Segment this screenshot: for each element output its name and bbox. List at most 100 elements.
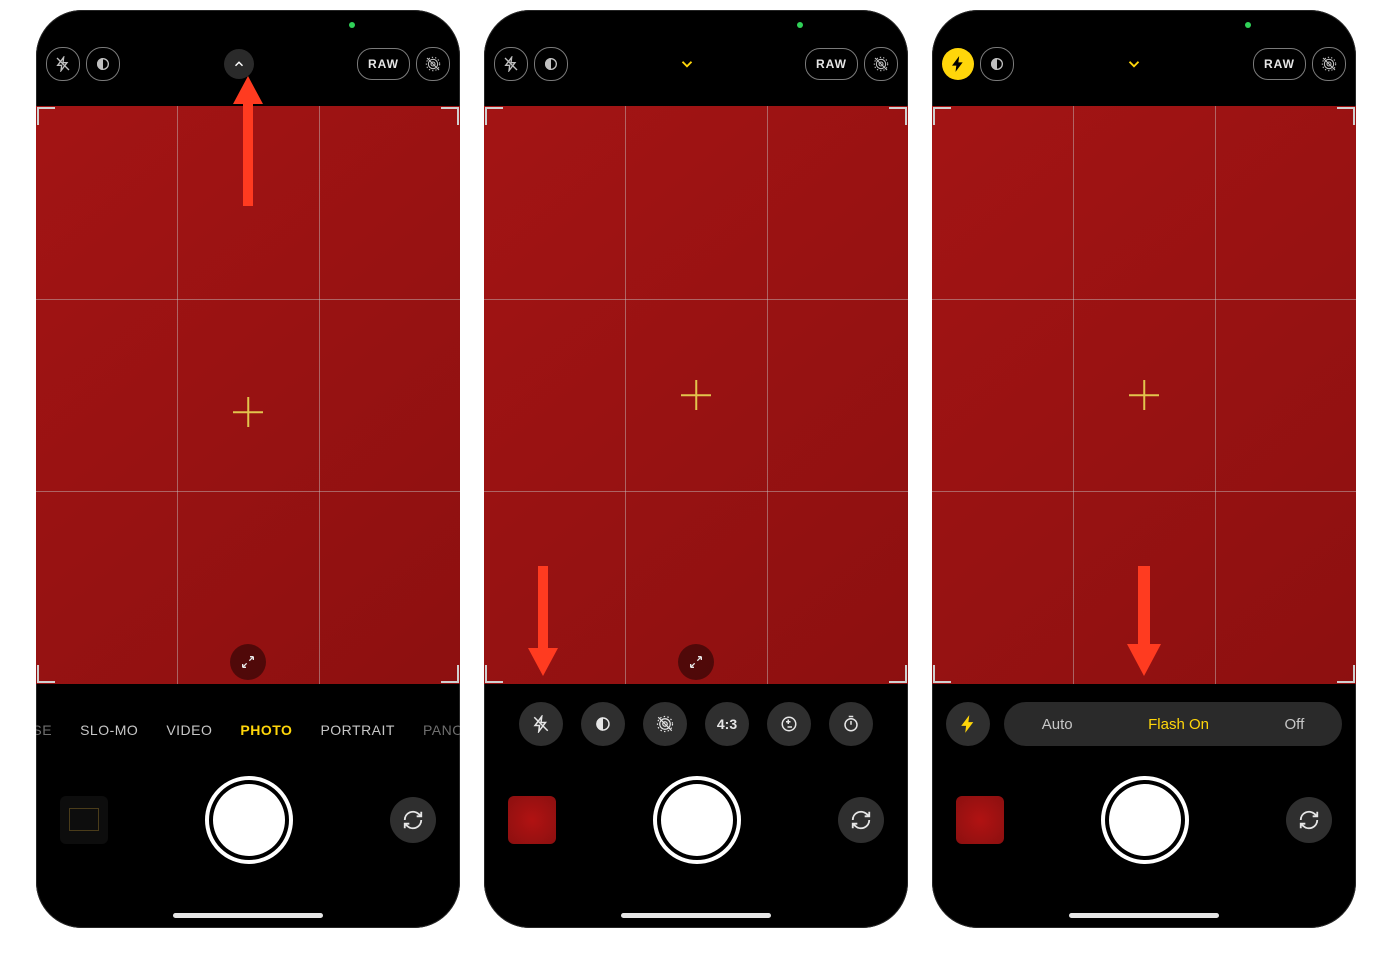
last-photo-thumbnail[interactable] xyxy=(60,796,108,844)
tutorial-arrow-up xyxy=(233,76,263,206)
raw-toggle-button[interactable]: RAW xyxy=(357,48,410,80)
last-photo-thumbnail[interactable] xyxy=(508,796,556,844)
frame-corner xyxy=(37,665,55,683)
camera-bottom-bar xyxy=(484,770,908,870)
home-indicator[interactable] xyxy=(621,913,771,918)
shutter-button[interactable] xyxy=(660,783,734,857)
aspect-ratio-label: 4:3 xyxy=(717,716,737,732)
shutter-button[interactable] xyxy=(212,783,286,857)
mode-item-active[interactable]: PHOTO xyxy=(240,722,292,738)
privacy-indicator-dot xyxy=(1245,22,1251,28)
flash-indicator-icon[interactable] xyxy=(946,702,990,746)
flash-options-tray: Auto Flash On Off xyxy=(946,698,1342,750)
raw-label: RAW xyxy=(816,57,847,71)
grid-line xyxy=(484,299,908,300)
camera-screen-3: RAW Auto Flash xyxy=(932,10,1356,928)
flash-toggle-icon[interactable] xyxy=(494,47,528,81)
shutter-button[interactable] xyxy=(1108,783,1182,857)
tool-timer-icon[interactable] xyxy=(829,702,873,746)
grid-line xyxy=(932,299,1356,300)
top-right-controls: RAW xyxy=(357,47,450,81)
grid-line xyxy=(319,106,320,684)
raw-toggle-button[interactable]: RAW xyxy=(1253,48,1306,80)
camera-top-bar: RAW xyxy=(932,40,1356,88)
grid-line xyxy=(36,491,460,492)
focus-crosshair-icon xyxy=(681,380,711,410)
mode-item[interactable]: SLO-MO xyxy=(80,722,138,738)
top-right-controls: RAW xyxy=(1253,47,1346,81)
camera-settings-chevron[interactable] xyxy=(224,49,254,79)
home-indicator[interactable] xyxy=(1069,913,1219,918)
grid-line xyxy=(484,491,908,492)
camera-top-bar: RAW xyxy=(484,40,908,88)
privacy-indicator-dot xyxy=(797,22,803,28)
raw-toggle-button[interactable]: RAW xyxy=(805,48,858,80)
camera-settings-chevron[interactable] xyxy=(672,49,702,79)
mode-item[interactable]: VIDEO xyxy=(166,722,212,738)
tool-exposure-icon[interactable] xyxy=(767,702,811,746)
flash-toggle-icon[interactable] xyxy=(46,47,80,81)
mode-item[interactable]: SE xyxy=(36,722,52,738)
frame-corner xyxy=(1337,107,1355,125)
grid-line xyxy=(177,106,178,684)
camera-screen-2: RAW xyxy=(484,10,908,928)
camera-screen-1: RAW SE SLO-MO VIDEO xyxy=(36,10,460,928)
frame-corner xyxy=(485,665,503,683)
raw-label: RAW xyxy=(1264,57,1295,71)
zoom-toggle-button[interactable] xyxy=(678,644,714,680)
top-right-controls: RAW xyxy=(805,47,898,81)
grid-line xyxy=(1215,106,1216,684)
focus-crosshair-icon xyxy=(1129,380,1159,410)
camera-flip-button[interactable] xyxy=(390,797,436,843)
tool-flash-icon[interactable] xyxy=(519,702,563,746)
tool-aspect-ratio[interactable]: 4:3 xyxy=(705,702,749,746)
frame-corner xyxy=(889,665,907,683)
grid-line xyxy=(36,299,460,300)
flash-on-icon[interactable] xyxy=(942,48,974,80)
night-mode-icon[interactable] xyxy=(86,47,120,81)
camera-mode-selector[interactable]: SE SLO-MO VIDEO PHOTO PORTRAIT PANO xyxy=(36,710,460,750)
night-mode-icon[interactable] xyxy=(534,47,568,81)
camera-bottom-bar xyxy=(932,770,1356,870)
flash-options-pill: Auto Flash On Off xyxy=(1004,702,1342,746)
frame-corner xyxy=(37,107,55,125)
flash-option-on[interactable]: Flash On xyxy=(1148,716,1209,733)
tool-live-photo-icon[interactable] xyxy=(643,702,687,746)
live-photo-icon[interactable] xyxy=(864,47,898,81)
tutorial-arrow-down xyxy=(528,566,558,676)
live-photo-icon[interactable] xyxy=(416,47,450,81)
grid-line xyxy=(625,106,626,684)
frame-corner xyxy=(933,107,951,125)
home-indicator[interactable] xyxy=(173,913,323,918)
camera-settings-chevron[interactable] xyxy=(1119,49,1149,79)
camera-flip-button[interactable] xyxy=(1286,797,1332,843)
live-photo-icon[interactable] xyxy=(1312,47,1346,81)
mode-item[interactable]: PANO xyxy=(423,722,460,738)
tutorial-arrow-down xyxy=(1127,566,1161,676)
frame-corner xyxy=(889,107,907,125)
grid-line xyxy=(767,106,768,684)
privacy-indicator-dot xyxy=(349,22,355,28)
frame-corner xyxy=(933,665,951,683)
camera-tool-tray: 4:3 xyxy=(484,698,908,750)
camera-flip-button[interactable] xyxy=(838,797,884,843)
zoom-toggle-button[interactable] xyxy=(230,644,266,680)
top-left-controls xyxy=(942,47,1014,81)
frame-corner xyxy=(441,107,459,125)
raw-label: RAW xyxy=(368,57,399,71)
grid-line xyxy=(1073,106,1074,684)
flash-option-off[interactable]: Off xyxy=(1285,716,1305,733)
frame-corner xyxy=(485,107,503,125)
camera-bottom-bar xyxy=(36,770,460,870)
frame-corner xyxy=(441,665,459,683)
frame-corner xyxy=(1337,665,1355,683)
focus-crosshair-icon xyxy=(233,397,263,427)
grid-line xyxy=(932,491,1356,492)
top-left-controls xyxy=(46,47,120,81)
flash-option-auto[interactable]: Auto xyxy=(1042,716,1073,733)
top-left-controls xyxy=(494,47,568,81)
last-photo-thumbnail[interactable] xyxy=(956,796,1004,844)
tool-night-mode-icon[interactable] xyxy=(581,702,625,746)
mode-item[interactable]: PORTRAIT xyxy=(320,722,395,738)
night-mode-icon[interactable] xyxy=(980,47,1014,81)
